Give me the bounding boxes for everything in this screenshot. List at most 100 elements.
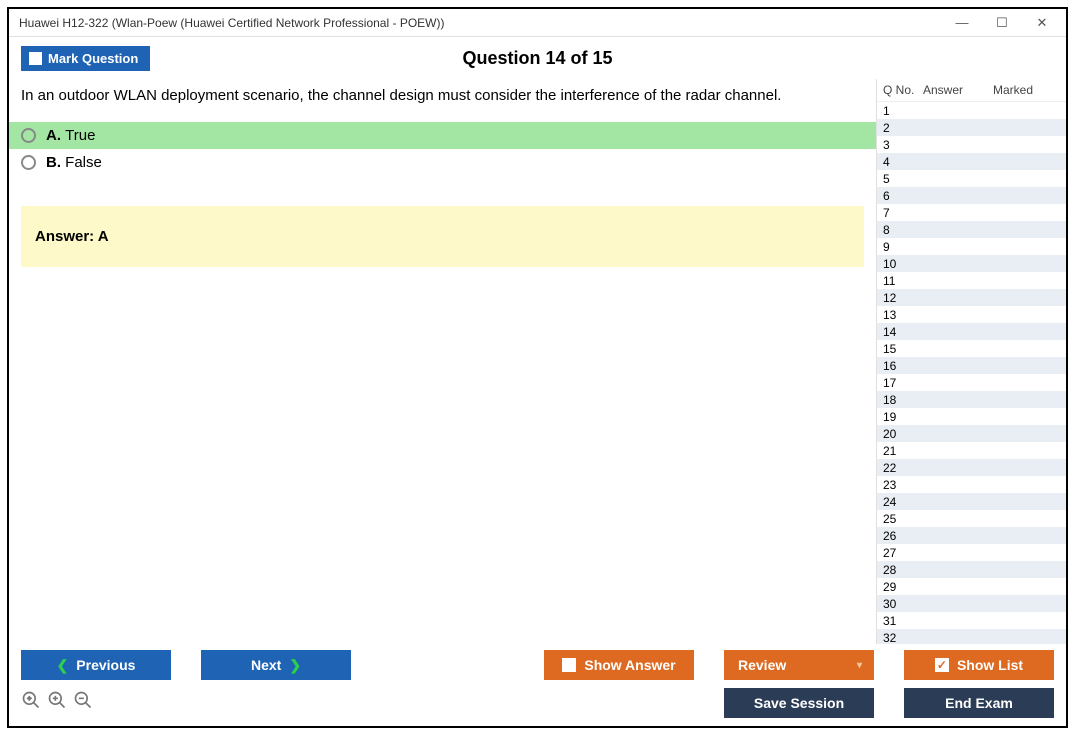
zoom-out-icon[interactable] — [73, 690, 93, 716]
question-list-panel: Q No. Answer Marked 12345678910111213141… — [876, 79, 1066, 644]
chevron-right-icon: ❯ — [289, 657, 301, 674]
qno-cell: 9 — [883, 240, 923, 254]
end-exam-button[interactable]: End Exam — [904, 688, 1054, 718]
list-item[interactable]: 1 — [877, 102, 1066, 119]
show-answer-label: Show Answer — [584, 657, 675, 673]
save-session-label: Save Session — [754, 695, 844, 711]
list-item[interactable]: 8 — [877, 221, 1066, 238]
radio-icon — [21, 155, 36, 170]
mark-question-label: Mark Question — [48, 51, 138, 66]
question-text: In an outdoor WLAN deployment scenario, … — [9, 79, 876, 122]
qno-cell: 14 — [883, 325, 923, 339]
list-item[interactable]: 28 — [877, 561, 1066, 578]
window-controls: — ☐ ✕ — [942, 12, 1062, 34]
qno-cell: 21 — [883, 444, 923, 458]
footer-row-2: Save Session End Exam — [21, 688, 1054, 718]
list-item[interactable]: 17 — [877, 374, 1066, 391]
list-item[interactable]: 23 — [877, 476, 1066, 493]
list-item[interactable]: 2 — [877, 119, 1066, 136]
qno-cell: 26 — [883, 529, 923, 543]
list-item[interactable]: 11 — [877, 272, 1066, 289]
qno-cell: 13 — [883, 308, 923, 322]
qno-cell: 15 — [883, 342, 923, 356]
list-item[interactable]: 20 — [877, 425, 1066, 442]
qno-cell: 29 — [883, 580, 923, 594]
content-area: In an outdoor WLAN deployment scenario, … — [9, 79, 1066, 644]
list-item[interactable]: 19 — [877, 408, 1066, 425]
list-item[interactable]: 24 — [877, 493, 1066, 510]
list-item[interactable]: 22 — [877, 459, 1066, 476]
list-item[interactable]: 6 — [877, 187, 1066, 204]
maximize-icon[interactable]: ☐ — [982, 12, 1022, 34]
save-session-button[interactable]: Save Session — [724, 688, 874, 718]
zoom-reset-icon[interactable] — [21, 690, 41, 716]
list-item[interactable]: 16 — [877, 357, 1066, 374]
app-window: Huawei H12-322 (Wlan-Poew (Huawei Certif… — [7, 7, 1068, 728]
show-list-button[interactable]: Show List — [904, 650, 1054, 680]
qno-cell: 4 — [883, 155, 923, 169]
list-item[interactable]: 29 — [877, 578, 1066, 595]
qno-cell: 3 — [883, 138, 923, 152]
list-item[interactable]: 10 — [877, 255, 1066, 272]
titlebar: Huawei H12-322 (Wlan-Poew (Huawei Certif… — [9, 9, 1066, 37]
option-b[interactable]: B. False — [9, 149, 876, 176]
minimize-icon[interactable]: — — [942, 12, 982, 34]
list-item[interactable]: 30 — [877, 595, 1066, 612]
qno-cell: 6 — [883, 189, 923, 203]
review-button[interactable]: Review ▾ — [724, 650, 874, 680]
qno-cell: 5 — [883, 172, 923, 186]
options-list: A. True B. False — [9, 122, 876, 176]
list-item[interactable]: 4 — [877, 153, 1066, 170]
previous-label: Previous — [76, 657, 135, 673]
list-item[interactable]: 27 — [877, 544, 1066, 561]
question-list[interactable]: 1234567891011121314151617181920212223242… — [877, 101, 1066, 644]
qno-cell: 19 — [883, 410, 923, 424]
list-item[interactable]: 9 — [877, 238, 1066, 255]
list-item[interactable]: 3 — [877, 136, 1066, 153]
close-icon[interactable]: ✕ — [1022, 12, 1062, 34]
list-item[interactable]: 25 — [877, 510, 1066, 527]
list-item[interactable]: 13 — [877, 306, 1066, 323]
window-title: Huawei H12-322 (Wlan-Poew (Huawei Certif… — [19, 16, 444, 30]
checkbox-checked-icon — [935, 658, 949, 672]
qno-cell: 10 — [883, 257, 923, 271]
list-item[interactable]: 31 — [877, 612, 1066, 629]
previous-button[interactable]: ❮ Previous — [21, 650, 171, 680]
qno-cell: 25 — [883, 512, 923, 526]
list-item[interactable]: 26 — [877, 527, 1066, 544]
option-label: B. False — [46, 154, 102, 171]
footer-row-1: ❮ Previous Next ❯ Show Answer Review ▾ S… — [21, 650, 1054, 680]
next-label: Next — [251, 657, 281, 673]
show-list-label: Show List — [957, 657, 1023, 673]
zoom-controls — [21, 690, 93, 716]
qno-cell: 20 — [883, 427, 923, 441]
qno-cell: 16 — [883, 359, 923, 373]
list-item[interactable]: 7 — [877, 204, 1066, 221]
qno-cell: 18 — [883, 393, 923, 407]
option-a[interactable]: A. True — [9, 122, 876, 149]
qno-cell: 30 — [883, 597, 923, 611]
qno-cell: 11 — [883, 274, 923, 288]
qno-cell: 17 — [883, 376, 923, 390]
list-item[interactable]: 18 — [877, 391, 1066, 408]
list-item[interactable]: 21 — [877, 442, 1066, 459]
footer: ❮ Previous Next ❯ Show Answer Review ▾ S… — [9, 644, 1066, 726]
next-button[interactable]: Next ❯ — [201, 650, 351, 680]
list-item[interactable]: 5 — [877, 170, 1066, 187]
question-counter: Question 14 of 15 — [9, 48, 1066, 69]
review-label: Review — [738, 657, 786, 673]
chevron-down-icon: ▾ — [857, 660, 862, 671]
mark-question-button[interactable]: Mark Question — [21, 46, 150, 71]
list-item[interactable]: 14 — [877, 323, 1066, 340]
list-item[interactable]: 15 — [877, 340, 1066, 357]
checkbox-icon — [562, 658, 576, 672]
qno-cell: 2 — [883, 121, 923, 135]
qno-cell: 22 — [883, 461, 923, 475]
list-item[interactable]: 12 — [877, 289, 1066, 306]
question-panel: In an outdoor WLAN deployment scenario, … — [9, 79, 876, 644]
radio-icon — [21, 128, 36, 143]
show-answer-button[interactable]: Show Answer — [544, 650, 694, 680]
topbar: Mark Question Question 14 of 15 — [9, 37, 1066, 79]
zoom-in-icon[interactable] — [47, 690, 67, 716]
list-item[interactable]: 32 — [877, 629, 1066, 644]
